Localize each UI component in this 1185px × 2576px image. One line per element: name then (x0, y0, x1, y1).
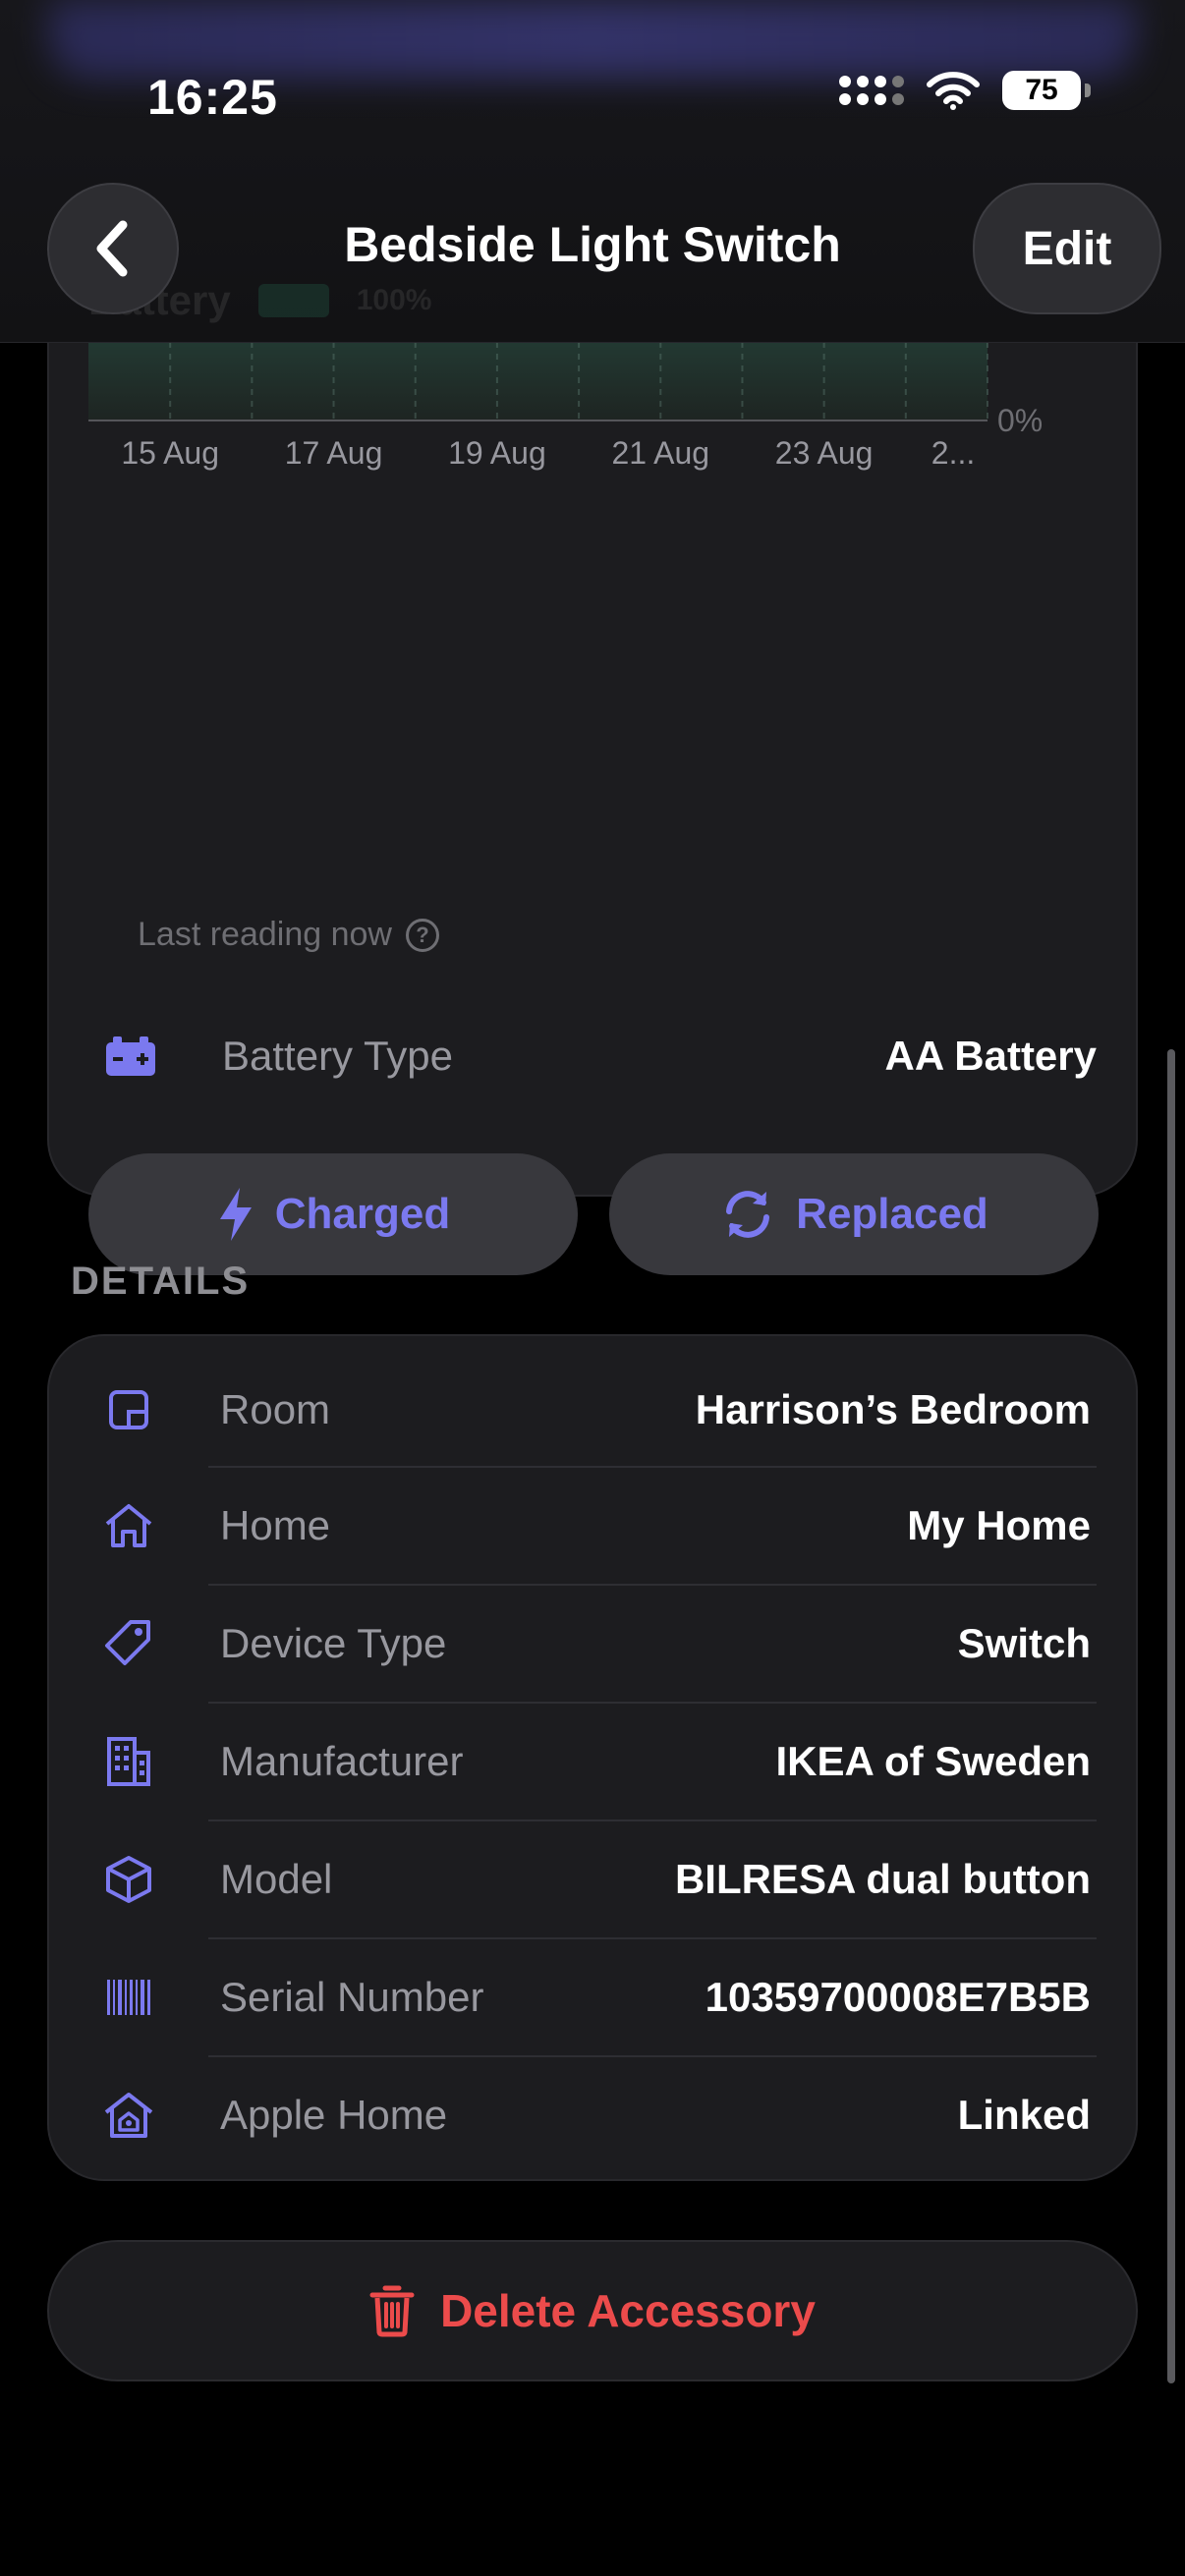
home-icon (98, 1502, 159, 1549)
detail-value: IKEA of Sweden (775, 1738, 1091, 1784)
detail-label: Room (220, 1386, 331, 1432)
last-reading: Last reading now ? (138, 916, 439, 954)
chart-x-tick-label: 21 Aug (611, 435, 709, 471)
detail-row-home[interactable]: Home My Home (98, 1468, 1091, 1584)
detail-value: Linked (957, 2092, 1091, 2138)
detail-row-device-type[interactable]: Device Type Switch (98, 1586, 1091, 1702)
ghost-battery-percent: 100% (356, 284, 432, 316)
wifi-icon (927, 72, 980, 110)
detail-label: Serial Number (220, 1974, 484, 2020)
barcode-icon (98, 1978, 159, 2017)
cube-icon (98, 1854, 159, 1905)
chart-y-tick-label: 0% (997, 403, 1043, 438)
nav-header: Battery 100% 16:25 75 Bedside Light Swit… (0, 0, 1185, 343)
building-icon (98, 1735, 159, 1788)
charged-button[interactable]: Charged (88, 1153, 578, 1275)
detail-row-manufacturer[interactable]: Manufacturer IKEA of Sweden (98, 1704, 1091, 1820)
detail-label: Home (220, 1502, 331, 1548)
help-icon[interactable]: ? (405, 918, 439, 952)
edit-button[interactable]: Edit (973, 183, 1161, 314)
status-icons: 75 (839, 71, 1091, 110)
detail-value: 10359700008E7B5B (705, 1974, 1091, 2020)
room-icon (98, 1386, 159, 1433)
charged-label: Charged (274, 1190, 451, 1238)
detail-label: Device Type (220, 1620, 447, 1666)
detail-label: Model (220, 1856, 333, 1902)
detail-label: Apple Home (220, 2092, 448, 2138)
tag-icon (98, 1618, 159, 1669)
details-card: Room Harrison’s Bedroom Home My Home Dev… (47, 1334, 1138, 2181)
last-reading-text: Last reading now (138, 916, 392, 953)
chart-x-tick-label: 15 Aug (121, 435, 219, 471)
detail-row-room[interactable]: Room Harrison’s Bedroom (98, 1352, 1091, 1468)
scrollbar[interactable] (1167, 1049, 1175, 2383)
battery-type-value: AA Battery (884, 1033, 1098, 1079)
detail-value: Switch (957, 1620, 1091, 1666)
battery-type-label: Battery Type (222, 1033, 454, 1079)
battery-status-icon: 75 (1002, 71, 1091, 110)
refresh-icon (726, 1191, 770, 1238)
chart-x-tick-label: 23 Aug (775, 435, 874, 471)
replaced-button[interactable]: Replaced (609, 1153, 1099, 1275)
battery-type-row: Battery Type AA Battery (100, 1022, 1097, 1091)
chart-x-tick-label: 17 Aug (285, 435, 383, 471)
status-time: 16:25 (147, 70, 278, 125)
detail-value: BILRESA dual button (674, 1856, 1091, 1902)
delete-label: Delete Accessory (440, 2285, 816, 2336)
replaced-label: Replaced (796, 1190, 988, 1238)
chart-x-tick-label: 19 Aug (448, 435, 546, 471)
delete-accessory-button[interactable]: Delete Accessory (47, 2240, 1138, 2381)
details-section-title: DETAILS (71, 1260, 251, 1303)
apple-home-icon (98, 2091, 159, 2140)
detail-row-model[interactable]: Model BILRESA dual button (98, 1821, 1091, 1937)
ghost-battery-bar (257, 284, 329, 317)
detail-label: Manufacturer (220, 1738, 464, 1784)
detail-row-serial-number[interactable]: Serial Number 10359700008E7B5B (98, 1939, 1091, 2055)
trash-icon (369, 2285, 415, 2337)
detail-value: My Home (907, 1502, 1091, 1548)
bolt-icon (219, 1188, 252, 1241)
detail-value: Harrison’s Bedroom (695, 1386, 1091, 1432)
cellular-signal-icon (839, 76, 904, 105)
header-glow (49, 0, 1136, 79)
detail-row-apple-home[interactable]: Apple Home Linked (98, 2057, 1091, 2173)
battery-icon (100, 1035, 161, 1078)
chart-x-tick-label: 2... (931, 435, 975, 471)
